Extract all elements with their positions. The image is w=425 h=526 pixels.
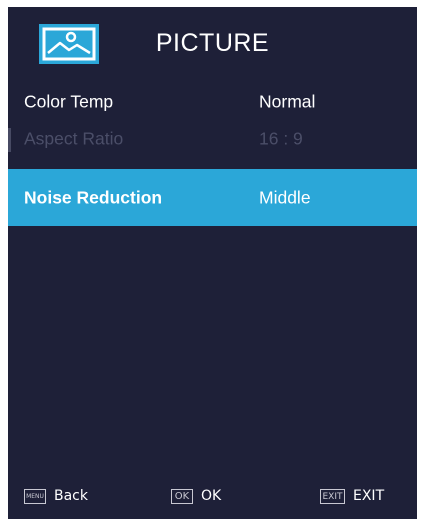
menu-key-icon: MENU <box>24 489 46 504</box>
menu-header: PICTURE <box>8 7 417 79</box>
disabled-indicator <box>8 128 11 152</box>
exit-key-icon: EXIT <box>320 489 345 504</box>
menu-item-value: Middle <box>259 187 311 207</box>
menu-item-noise-reduction[interactable]: Noise Reduction Middle <box>8 169 417 226</box>
ok-label: OK <box>201 488 222 504</box>
osd-menu-panel: PICTURE Color Temp Normal Aspect Ratio 1… <box>8 7 417 519</box>
menu-item-value: 16 : 9 <box>259 128 303 149</box>
menu-item-label: Color Temp <box>24 91 114 111</box>
page-title: PICTURE <box>155 29 270 57</box>
footer-bar: MENU Back OK OK EXIT EXIT <box>8 487 417 509</box>
menu-item-aspect-ratio: Aspect Ratio 16 : 9 <box>8 114 417 164</box>
menu-item-label: Aspect Ratio <box>24 128 124 149</box>
exit-label: EXIT <box>353 488 385 504</box>
back-label: Back <box>54 488 88 504</box>
menu-item-value: Normal <box>259 91 316 111</box>
menu-item-label: Noise Reduction <box>24 187 163 207</box>
ok-key-icon: OK <box>171 489 193 504</box>
